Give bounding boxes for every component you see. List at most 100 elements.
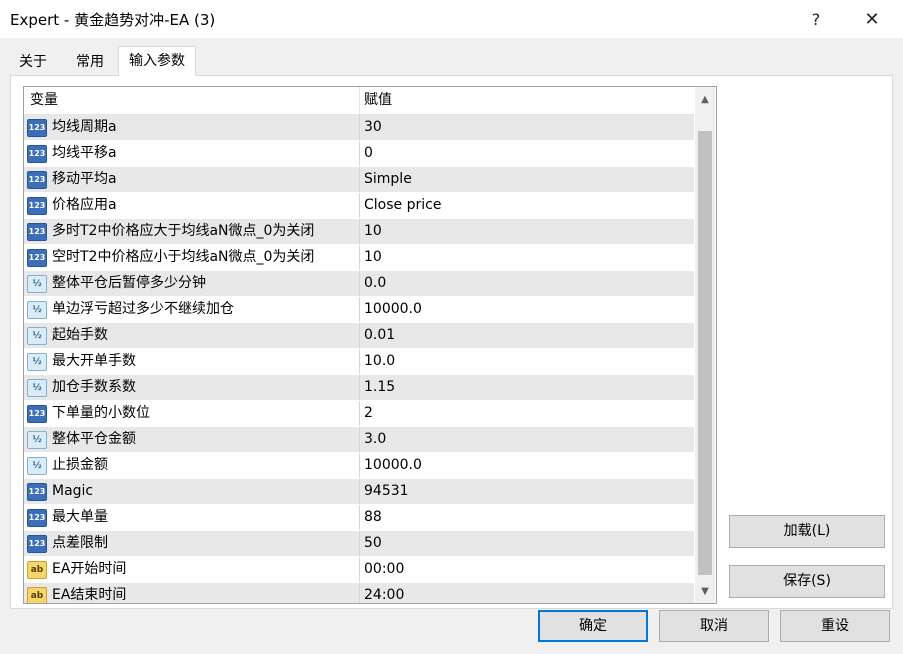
help-button[interactable]: ?	[793, 0, 839, 38]
parameter-value[interactable]: 0.0	[364, 271, 386, 296]
parameter-name: 多时T2中价格应大于均线aN微点_0为关闭	[52, 223, 315, 239]
parameter-name: 整体平仓后暂停多少分钟	[52, 275, 206, 291]
column-divider	[359, 349, 360, 374]
parameter-name: 最大开单手数	[52, 353, 136, 369]
table-row[interactable]: ½ 整体平仓金额 3.0	[24, 427, 694, 453]
header-value[interactable]: 赋值	[364, 87, 392, 114]
parameter-value[interactable]: 50	[364, 531, 382, 556]
parameter-value[interactable]: 0.01	[364, 323, 395, 348]
load-button[interactable]: 加载(L)	[729, 515, 885, 548]
ok-button[interactable]: 确定	[538, 610, 648, 642]
table-row[interactable]: 123 移动平均a Simple	[24, 167, 694, 193]
column-divider	[359, 141, 360, 166]
double-icon: ½	[27, 353, 47, 371]
parameter-name: 加仓手数系数	[52, 379, 136, 395]
scroll-down-icon[interactable]: ▼	[695, 581, 715, 601]
int-icon: 123	[27, 197, 47, 215]
parameter-value[interactable]: 30	[364, 115, 382, 140]
reset-button[interactable]: 重设	[780, 610, 890, 642]
column-divider	[359, 375, 360, 400]
column-divider	[359, 505, 360, 530]
double-icon: ½	[27, 379, 47, 397]
header-variable[interactable]: 变量	[30, 87, 58, 114]
column-divider	[359, 167, 360, 192]
column-divider	[359, 271, 360, 296]
column-divider	[359, 583, 360, 603]
double-icon: ½	[27, 457, 47, 475]
double-icon: ½	[27, 275, 47, 293]
table-row[interactable]: 123 均线周期a 30	[24, 115, 694, 141]
table-row[interactable]: 123 Magic 94531	[24, 479, 694, 505]
parameter-value[interactable]: 10	[364, 219, 382, 244]
parameter-value[interactable]: 0	[364, 141, 373, 166]
parameter-value[interactable]: 10000.0	[364, 297, 422, 322]
parameter-value[interactable]: 3.0	[364, 427, 386, 452]
column-divider	[359, 531, 360, 556]
parameter-name: EA开始时间	[52, 561, 127, 577]
table-row[interactable]: ½ 起始手数 0.01	[24, 323, 694, 349]
table-row[interactable]: 123 最大单量 88	[24, 505, 694, 531]
window-title: Expert - 黄金趋势对冲-EA (3)	[10, 11, 216, 29]
parameter-name: 移动平均a	[52, 171, 117, 187]
int-icon: 123	[27, 119, 47, 137]
scroll-thumb[interactable]	[698, 131, 712, 575]
int-icon: 123	[27, 171, 47, 189]
parameter-value[interactable]: Simple	[364, 167, 412, 192]
parameter-value[interactable]: 10000.0	[364, 453, 422, 478]
parameter-value[interactable]: 10	[364, 245, 382, 270]
parameter-name: 空时T2中价格应小于均线aN微点_0为关闭	[52, 249, 315, 265]
table-row[interactable]: ½ 加仓手数系数 1.15	[24, 375, 694, 401]
parameter-name: 价格应用a	[52, 197, 117, 213]
column-divider	[359, 245, 360, 270]
table-row[interactable]: ½ 整体平仓后暂停多少分钟 0.0	[24, 271, 694, 297]
parameter-value[interactable]: Close price	[364, 193, 441, 218]
save-button[interactable]: 保存(S)	[729, 565, 885, 598]
column-divider	[359, 453, 360, 478]
table-row[interactable]: ab EA开始时间 00:00	[24, 557, 694, 583]
tab-about[interactable]: 关于	[10, 48, 56, 76]
vertical-scrollbar[interactable]: ▲ ▼	[695, 87, 715, 603]
parameter-value[interactable]: 1.15	[364, 375, 395, 400]
tab-common[interactable]: 常用	[62, 48, 118, 76]
parameter-name: 点差限制	[52, 535, 108, 551]
parameters-grid: 变量 赋值 123 均线周期a 30 123 均线平移a 0 123 移动平均a Simple 1…	[23, 86, 717, 604]
table-row[interactable]: 123 多时T2中价格应大于均线aN微点_0为关闭 10	[24, 219, 694, 245]
grid-header: 变量 赋值	[24, 87, 694, 115]
column-divider	[359, 323, 360, 348]
parameter-value[interactable]: 2	[364, 401, 373, 426]
table-row[interactable]: 123 均线平移a 0	[24, 141, 694, 167]
int-icon: 123	[27, 145, 47, 163]
string-icon: ab	[27, 587, 47, 603]
table-row[interactable]: 123 下单量的小数位 2	[24, 401, 694, 427]
parameter-value[interactable]: 24:00	[364, 583, 404, 603]
parameter-value[interactable]: 10.0	[364, 349, 395, 374]
parameter-name: 下单量的小数位	[52, 405, 150, 421]
close-button[interactable]: ✕	[849, 0, 895, 38]
column-divider	[359, 219, 360, 244]
table-row[interactable]: 123 价格应用a Close price	[24, 193, 694, 219]
parameter-value[interactable]: 00:00	[364, 557, 404, 582]
table-row[interactable]: ½ 最大开单手数 10.0	[24, 349, 694, 375]
title-bar: Expert - 黄金趋势对冲-EA (3) ? ✕	[0, 0, 903, 39]
parameter-value[interactable]: 88	[364, 505, 382, 530]
int-icon: 123	[27, 509, 47, 527]
scroll-up-icon[interactable]: ▲	[695, 89, 715, 109]
cancel-button[interactable]: 取消	[659, 610, 769, 642]
header-divider[interactable]	[359, 87, 360, 114]
table-row[interactable]: 123 空时T2中价格应小于均线aN微点_0为关闭 10	[24, 245, 694, 271]
parameter-value[interactable]: 94531	[364, 479, 409, 504]
parameter-name: 最大单量	[52, 509, 108, 525]
table-row[interactable]: ab EA结束时间 24:00	[24, 583, 694, 603]
parameter-name: Magic	[52, 483, 94, 499]
parameter-name: 止损金额	[52, 457, 108, 473]
table-row[interactable]: 123 点差限制 50	[24, 531, 694, 557]
int-icon: 123	[27, 483, 47, 501]
double-icon: ½	[27, 431, 47, 449]
int-icon: 123	[27, 405, 47, 423]
column-divider	[359, 557, 360, 582]
parameter-name: 均线平移a	[52, 145, 117, 161]
parameter-name: 起始手数	[52, 327, 108, 343]
tab-inputs[interactable]: 输入参数	[118, 46, 196, 76]
table-row[interactable]: ½ 止损金额 10000.0	[24, 453, 694, 479]
table-row[interactable]: ½ 单边浮亏超过多少不继续加仓 10000.0	[24, 297, 694, 323]
